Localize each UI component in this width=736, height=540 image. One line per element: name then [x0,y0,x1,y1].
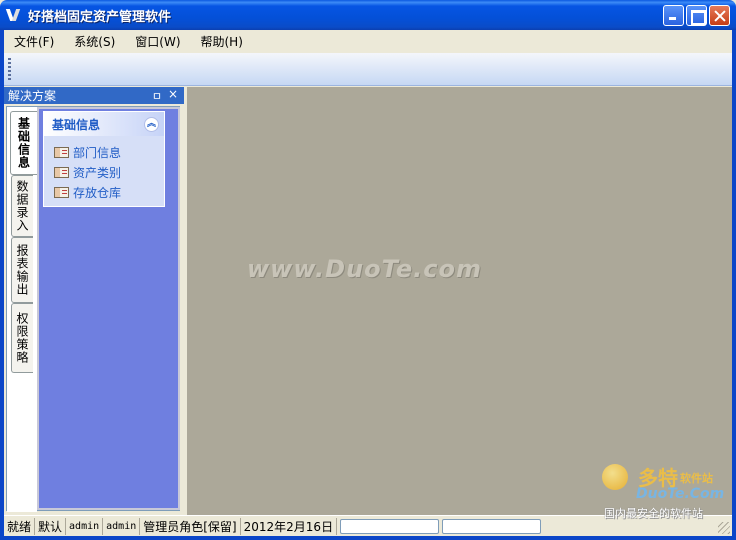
tab-report-output[interactable]: 报表输出 [11,237,33,303]
menu-bar: 文件(F) 系统(S) 窗口(W) 帮助(H) [4,30,732,52]
id-card-icon [54,146,69,158]
toolbar [4,53,732,86]
window-title: 好搭档固定资产管理软件 [28,9,172,25]
logo-cn-sub-text: 软件站 [680,472,713,485]
resize-grip-icon[interactable] [718,522,730,534]
status-ready: 就绪 [4,517,36,535]
tab-permission-policy[interactable]: 权限策略 [11,303,33,373]
group-title: 基础信息 [52,117,101,132]
menu-help[interactable]: 帮助(H) [191,33,253,50]
collapse-icon[interactable]: ︽ [144,117,159,132]
toolbar-grip[interactable] [8,58,11,80]
solution-panel: 解决方案 ㅁ × 基础信息 数据录入 报表输出 权限策略 基础信息 ︽ 部门信息 [4,87,184,515]
panel-body: 基础信息 数据录入 报表输出 权限策略 基础信息 ︽ 部门信息 资产类别 存放仓… [6,106,180,512]
app-icon[interactable] [6,7,22,23]
menu-file[interactable]: 文件(F) [4,33,64,50]
basic-info-group: 基础信息 ︽ 部门信息 资产类别 存放仓库 [43,111,165,207]
menu-system[interactable]: 系统(S) [64,33,125,50]
panel-header: 解决方案 ㅁ × [4,87,184,104]
status-progress-box-2 [442,518,542,534]
nav-item-asset-category[interactable]: 资产类别 [54,162,164,182]
menu-window[interactable]: 窗口(W) [125,33,190,50]
window-frame-bottom [0,536,736,540]
watermark-text: www.DuoTe.com [247,255,482,283]
status-user-name: admin [103,517,141,535]
status-role: 管理员角色[保留] [140,517,241,535]
maximize-button[interactable] [686,5,707,26]
close-button[interactable] [709,5,730,26]
tab-basic-info[interactable]: 基础信息 [10,111,37,175]
nav-item-label: 存放仓库 [73,185,122,200]
status-mode: 默认 [35,517,67,535]
title-bar[interactable]: 好搭档固定资产管理软件 [0,0,736,30]
nav-item-storage-warehouse[interactable]: 存放仓库 [54,182,164,202]
status-progress-box-1 [340,518,440,534]
logo-en-text: DuoTe.Com [636,486,725,502]
id-card-icon [54,186,69,198]
minimize-button[interactable] [663,5,684,26]
site-logo: 多特 软件站 DuoTe.Com 国内最安全的软件站 [598,462,730,522]
vertical-tab-strip: 基础信息 数据录入 报表输出 权限策略 [7,107,37,512]
tab-content: 基础信息 ︽ 部门信息 资产类别 存放仓库 [37,107,180,510]
logo-mascot-icon [602,464,628,490]
group-header[interactable]: 基础信息 ︽ [44,112,164,136]
pin-icon[interactable]: ㅁ [152,88,162,104]
nav-item-department-info[interactable]: 部门信息 [54,142,164,162]
nav-item-label: 资产类别 [73,165,122,180]
mdi-workspace: www.DuoTe.com [187,87,732,515]
status-date: 2012年2月16日 [241,517,338,535]
panel-title: 解决方案 [8,89,57,103]
window-controls [663,5,730,26]
tab-data-entry[interactable]: 数据录入 [11,175,33,237]
group-item-list: 部门信息 资产类别 存放仓库 [44,136,164,202]
panel-close-icon[interactable]: × [168,87,178,101]
window-frame-right [732,30,736,540]
status-user: admin [66,517,104,535]
logo-tagline: 国内最安全的软件站 [604,507,703,520]
id-card-icon [54,166,69,178]
nav-item-label: 部门信息 [73,145,122,160]
